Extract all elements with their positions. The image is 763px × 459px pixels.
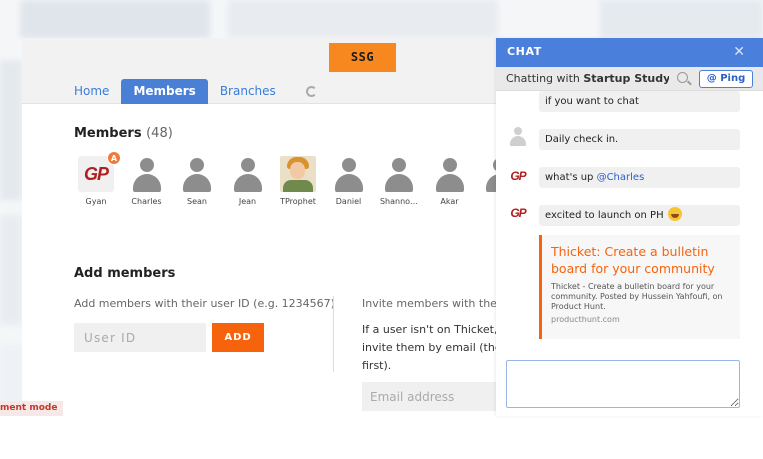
invite-heading: Invite members with their e <box>362 297 515 310</box>
message-input[interactable] <box>506 360 740 408</box>
close-icon[interactable]: ✕ <box>733 43 745 61</box>
chatting-with-label: Chatting with Startup Study Gr… <box>506 72 669 85</box>
member-jean[interactable]: Jean <box>224 156 272 206</box>
member-sean[interactable]: Sean <box>173 156 221 206</box>
search-icon[interactable] <box>677 72 688 83</box>
member-name: Shanno… <box>379 197 419 206</box>
member-tprophet[interactable]: TProphet <box>274 156 322 206</box>
message-bubble: what's up @Charles <box>539 167 740 188</box>
member-daniel[interactable]: Daniel <box>325 156 373 206</box>
avatar <box>280 156 316 192</box>
message-bubble: Daily check in. <box>539 129 740 150</box>
group-logo[interactable]: SSG <box>329 43 396 72</box>
member-name: TProphet <box>280 197 316 206</box>
message-text: excited to launch on PH <box>545 210 664 221</box>
background-shape <box>600 0 763 38</box>
chat-header: CHAT ✕ <box>496 38 763 67</box>
link-preview-description: Thicket - Create a bulletin board for yo… <box>551 282 723 311</box>
background-shape <box>228 0 498 38</box>
chat-subheader: Chatting with Startup Study Gr… @ Ping <box>496 67 763 91</box>
avatar: GP A <box>78 151 121 192</box>
member-charles[interactable]: Charles <box>123 156 171 206</box>
background-shape <box>0 60 22 200</box>
default-avatar-icon <box>129 156 165 192</box>
link-preview-card[interactable]: Thicket: Create a bulletin board for you… <box>539 235 740 339</box>
background-shape <box>0 215 22 325</box>
mode-label: ment mode <box>0 401 64 416</box>
add-members-heading: Add members <box>74 266 176 281</box>
chat-title: CHAT <box>507 45 542 58</box>
add-members-description: Add members with their user ID (e.g. 123… <box>74 297 335 310</box>
divider <box>333 296 334 372</box>
main-nav: Home Members Branches <box>62 79 317 104</box>
user-id-input[interactable] <box>74 323 206 352</box>
members-heading: Members (48) <box>74 126 173 141</box>
page-bottom <box>0 415 763 459</box>
member-akar[interactable]: Akar <box>426 156 474 206</box>
member-name: Gyan <box>85 197 107 206</box>
chat-panel: CHAT ✕ Chatting with Startup Study Gr… @… <box>496 38 763 416</box>
default-avatar-icon <box>432 156 468 192</box>
message-bubble: if you want to chat <box>539 91 740 112</box>
default-avatar-icon <box>179 156 215 192</box>
member-name: Daniel <box>335 197 362 206</box>
grinning-face-icon <box>667 207 682 221</box>
background-shape <box>20 0 210 38</box>
tab-branches[interactable]: Branches <box>208 79 288 104</box>
gp-logo-icon: GP <box>510 169 526 183</box>
mention-link[interactable]: @Charles <box>597 172 645 183</box>
chatting-prefix: Chatting with <box>506 72 584 85</box>
link-preview-title[interactable]: Thicket: Create a bulletin board for you… <box>551 243 731 277</box>
message-text: what's up <box>545 172 597 183</box>
message-list: if you want to chat Daily check in. GP w… <box>496 91 763 341</box>
default-avatar-icon <box>381 156 417 192</box>
tab-members[interactable]: Members <box>121 79 208 104</box>
members-count: (48) <box>146 126 173 141</box>
tab-home[interactable]: Home <box>62 79 121 104</box>
gp-logo-icon: GP <box>83 163 109 184</box>
ping-button[interactable]: @ Ping <box>699 70 753 88</box>
members-title: Members <box>74 126 142 141</box>
member-name: Charles <box>131 197 162 206</box>
default-avatar-icon <box>331 156 367 192</box>
default-avatar-icon <box>230 156 266 192</box>
member-name: Akar <box>440 197 459 206</box>
link-preview-domain: producthunt.com <box>551 315 620 324</box>
loading-spinner-icon <box>305 86 317 97</box>
chat-group-name: Startup Study Gr… <box>583 72 669 85</box>
admin-badge: A <box>107 151 121 165</box>
add-member-button[interactable]: ADD <box>212 323 264 352</box>
member-name: Sean <box>187 197 207 206</box>
member-shanno[interactable]: Shanno… <box>375 156 423 206</box>
member-list: GP A Gyan Charles Sean Jean TProphet Dan… <box>72 151 527 206</box>
member-name: Jean <box>238 197 257 206</box>
default-avatar-icon <box>508 126 528 146</box>
message-bubble: excited to launch on PH <box>539 205 740 226</box>
gp-logo-icon: GP <box>510 206 526 220</box>
member-gyan[interactable]: GP A Gyan <box>72 151 121 206</box>
